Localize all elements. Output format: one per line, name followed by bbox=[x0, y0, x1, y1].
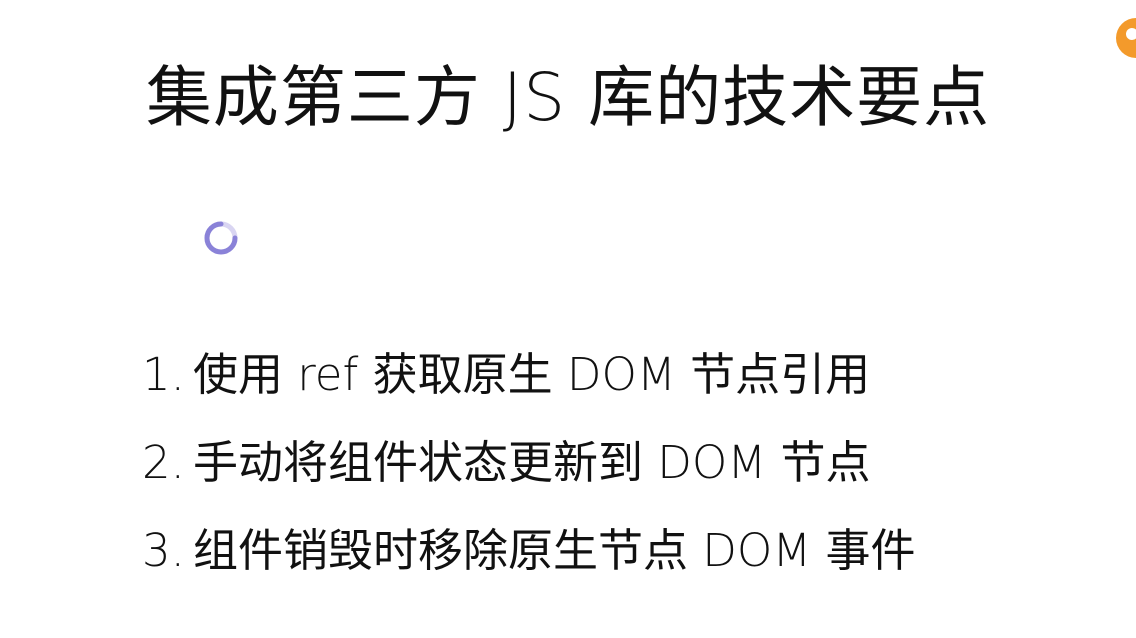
list-item-text: 组件销毁时移除原生节点 DOM 事件 bbox=[192, 524, 916, 577]
key-points-list: 1. 使用 ref 获取原生 DOM 节点引用 2. 手动将组件状态更新到 DO… bbox=[142, 338, 915, 602]
list-item: 2. 手动将组件状态更新到 DOM 节点 bbox=[142, 426, 915, 514]
slide-title: 集成第三方 JS 库的技术要点 bbox=[145, 59, 991, 136]
orange-circle-icon bbox=[1116, 18, 1136, 58]
list-item-text: 使用 ref 获取原生 DOM 节点引用 bbox=[192, 348, 871, 401]
list-item: 3. 组件销毁时移除原生节点 DOM 事件 bbox=[142, 514, 915, 602]
list-item-number: 3. bbox=[142, 524, 185, 577]
loading-cursor-icon bbox=[204, 221, 238, 255]
slide: 集成第三方 JS 库的技术要点 1. 使用 ref 获取原生 DOM 节点引用 … bbox=[0, 0, 1136, 638]
list-item-number: 1. bbox=[142, 348, 185, 401]
list-item-text: 手动将组件状态更新到 DOM 节点 bbox=[192, 436, 871, 489]
list-item: 1. 使用 ref 获取原生 DOM 节点引用 bbox=[142, 338, 915, 426]
list-item-number: 2. bbox=[142, 436, 185, 489]
